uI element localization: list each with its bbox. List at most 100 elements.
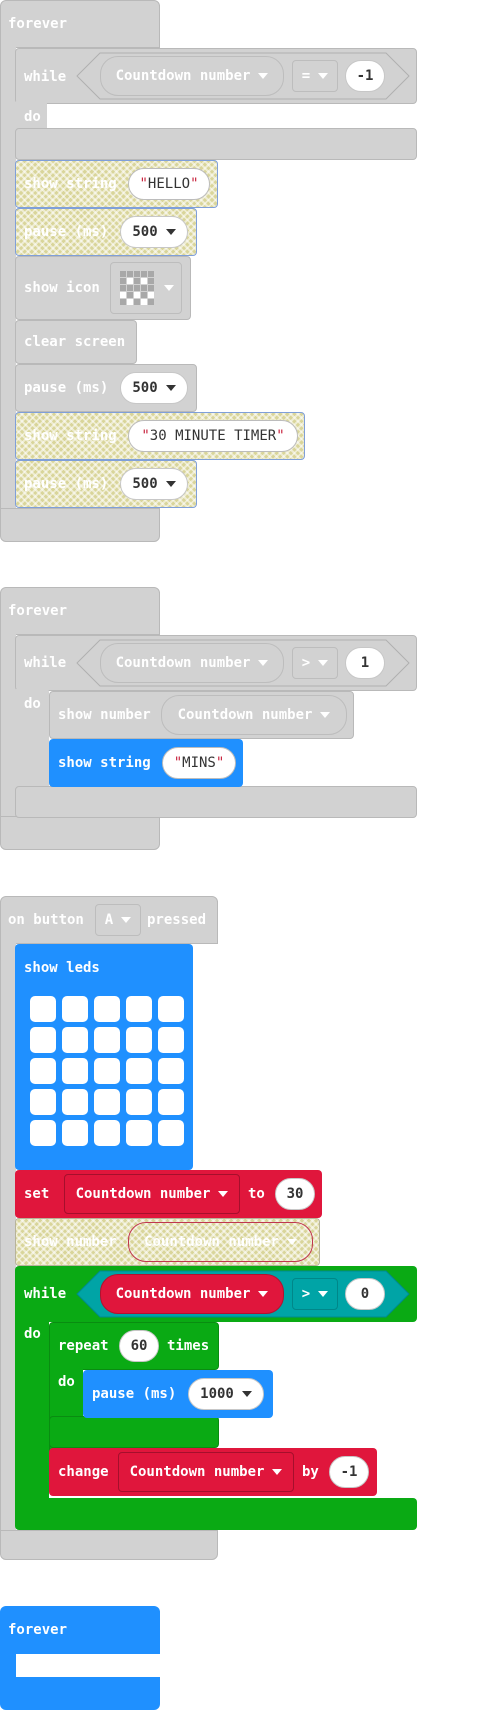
repeat-foot <box>49 1416 219 1448</box>
dropdown-arrow-icon <box>165 481 176 487</box>
pause-value: 500 <box>132 224 158 240</box>
value-input-1[interactable]: -1 <box>345 60 385 92</box>
led-cell[interactable] <box>158 1089 184 1115</box>
led-cell[interactable] <box>30 1120 56 1146</box>
led-cell[interactable] <box>158 1120 184 1146</box>
icon-dropdown[interactable] <box>110 262 182 314</box>
quote-open: " <box>141 428 150 444</box>
show-string-label: show string <box>24 176 117 192</box>
dropdown-arrow-icon <box>320 712 331 718</box>
repeat-do-label: do <box>58 1374 75 1390</box>
led-cell[interactable] <box>158 1058 184 1084</box>
operator-dropdown-1[interactable]: = <box>292 60 338 92</box>
dropdown-arrow-icon <box>218 1191 229 1197</box>
variable-dropdown-show-number[interactable]: Countdown number <box>161 695 347 735</box>
led-cell[interactable] <box>94 1120 120 1146</box>
operator-dropdown-2[interactable]: > <box>292 647 338 679</box>
change-variable-dropdown[interactable]: Countdown number <box>118 1452 294 1492</box>
forever-body-1 <box>0 44 16 514</box>
show-leds-label: show leds <box>24 960 100 976</box>
operator-label: = <box>301 68 311 84</box>
led-cell[interactable] <box>30 996 56 1022</box>
led-cell[interactable] <box>30 1027 56 1053</box>
show-string-label: show string <box>58 755 151 771</box>
led-cell[interactable] <box>62 1058 88 1084</box>
pause-value-dropdown-1[interactable]: 500 <box>120 216 188 248</box>
pause-value-dropdown-4[interactable]: 1000 <box>188 1378 264 1410</box>
led-cell[interactable] <box>126 1120 152 1146</box>
led-cell[interactable] <box>126 1058 152 1084</box>
dropdown-arrow-icon <box>165 385 176 391</box>
dropdown-arrow-icon <box>258 660 269 666</box>
repeat-label: repeat <box>58 1338 109 1354</box>
string-value: 30 MINUTE TIMER <box>149 428 277 444</box>
forever-arm-4 <box>0 1650 16 1680</box>
show-number-label: show number <box>24 1234 117 1250</box>
led-cell[interactable] <box>62 1027 88 1053</box>
pause-label: pause (ms) <box>24 380 109 396</box>
led-cell[interactable] <box>126 996 152 1022</box>
led-cell[interactable] <box>62 1120 88 1146</box>
led-cell[interactable] <box>94 1027 120 1053</box>
value-input-2[interactable]: 1 <box>345 647 385 679</box>
forever-foot-1 <box>0 508 160 542</box>
change-label: change <box>58 1464 109 1480</box>
led-cell[interactable] <box>30 1089 56 1115</box>
change-value-input[interactable]: -1 <box>329 1456 369 1488</box>
operator-label: > <box>301 1286 311 1302</box>
while-label-2: while <box>24 655 67 671</box>
led-cell[interactable] <box>126 1027 152 1053</box>
button-dropdown[interactable]: A <box>95 904 141 936</box>
quote-close: " <box>276 428 285 444</box>
operator-dropdown-3[interactable]: > <box>292 1278 338 1310</box>
variable-label: Countdown number <box>177 707 313 723</box>
set-value-input[interactable]: 30 <box>275 1178 315 1210</box>
variable-dropdown-1[interactable]: Countdown number <box>100 56 284 96</box>
to-label: to <box>248 1186 265 1202</box>
pause-value: 1000 <box>200 1386 234 1402</box>
led-cell[interactable] <box>62 1089 88 1115</box>
while-foot-3 <box>15 1498 417 1530</box>
string-value: MINS <box>182 755 216 771</box>
variable-reporter-show-number[interactable]: Countdown number <box>128 1222 313 1262</box>
dropdown-arrow-icon <box>121 917 132 923</box>
variable-label: Countdown number <box>115 1286 251 1302</box>
variable-dropdown-2[interactable]: Countdown number <box>100 643 284 683</box>
quote-close: " <box>215 755 225 771</box>
led-cell[interactable] <box>158 1027 184 1053</box>
string-input-hello[interactable]: " HELLO " <box>128 168 210 200</box>
repeat-count-input[interactable]: 60 <box>119 1330 159 1362</box>
dropdown-arrow-icon <box>286 1239 297 1245</box>
set-variable-dropdown[interactable]: Countdown number <box>64 1174 240 1214</box>
pause-value-dropdown-3[interactable]: 500 <box>120 468 188 500</box>
show-icon-label: show icon <box>24 280 100 296</box>
led-cell[interactable] <box>62 996 88 1022</box>
on-button-foot <box>0 1530 218 1560</box>
dropdown-arrow-icon <box>258 73 269 79</box>
while-label-3: while <box>24 1286 67 1302</box>
quote-open: " <box>139 176 148 192</box>
dropdown-arrow-icon <box>241 1391 252 1397</box>
led-cell[interactable] <box>158 996 184 1022</box>
button-label: A <box>104 912 114 928</box>
variable-reporter-while[interactable]: Countdown number <box>100 1274 284 1314</box>
pause-value-dropdown-2[interactable]: 500 <box>120 372 188 404</box>
quote-close: " <box>190 176 199 192</box>
pause-value: 500 <box>132 380 158 396</box>
led-cell[interactable] <box>94 1058 120 1084</box>
forever-label-1: forever <box>8 16 68 32</box>
dropdown-arrow-icon <box>318 73 329 79</box>
do-label-2: do <box>24 696 41 712</box>
times-label: times <box>167 1338 210 1354</box>
dropdown-arrow-icon <box>318 1291 329 1297</box>
string-input-timer[interactable]: " 30 MINUTE TIMER " <box>128 420 298 452</box>
led-cell[interactable] <box>94 1089 120 1115</box>
value-input-3[interactable]: 0 <box>345 1278 385 1310</box>
string-input-mins[interactable]: " MINS " <box>162 747 236 779</box>
led-cell[interactable] <box>126 1089 152 1115</box>
forever-label-2: forever <box>8 603 68 619</box>
pause-label: pause (ms) <box>24 476 109 492</box>
led-cell[interactable] <box>30 1058 56 1084</box>
led-cell[interactable] <box>94 996 120 1022</box>
while-arm-3 <box>15 1318 49 1504</box>
